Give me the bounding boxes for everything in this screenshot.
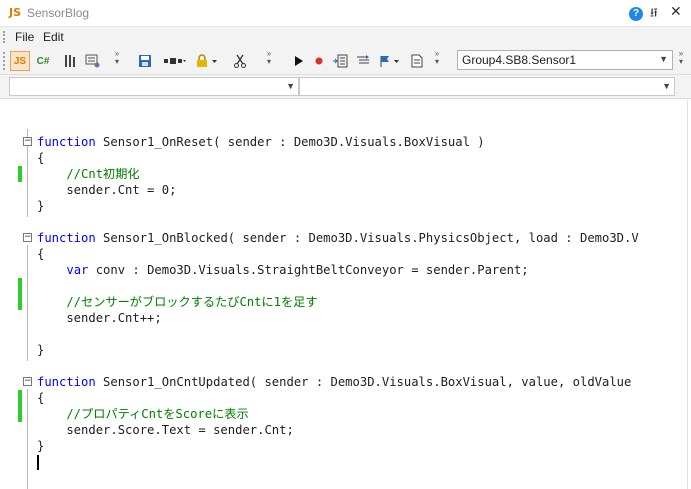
- javascript-language-button[interactable]: JS: [10, 51, 30, 71]
- references-icon: [65, 55, 75, 67]
- code-text: function Sensor1_OnBlocked( sender : Dem…: [37, 231, 639, 245]
- scissors-icon: [234, 54, 246, 68]
- step-into-button[interactable]: [330, 51, 350, 71]
- code-text: {: [37, 391, 45, 405]
- code-line[interactable]: sender.Cnt++;: [0, 310, 691, 326]
- navigation-bar: ▼ ▼: [0, 75, 691, 99]
- breakpoint-options-icon: [164, 58, 186, 64]
- code-comment: //プロパティCntをScoreに表示: [37, 407, 249, 421]
- menu-bar: File Edit: [0, 27, 691, 47]
- code-line[interactable]: sender.Score.Text = sender.Cnt;: [0, 422, 691, 438]
- code-line[interactable]: var conv : Demo3D.Visuals.StraightBeltCo…: [0, 262, 691, 278]
- window-title: SensorBlog: [27, 6, 90, 20]
- document-icon: [411, 54, 423, 68]
- code-text: }: [37, 439, 45, 453]
- code-text: sender.Cnt++;: [37, 311, 162, 325]
- collapse-icon[interactable]: −: [23, 377, 32, 386]
- menu-grip-icon[interactable]: [3, 31, 5, 43]
- menu-edit[interactable]: Edit: [43, 30, 64, 44]
- step-over-icon: [357, 55, 369, 64]
- change-marker: [18, 294, 22, 310]
- code-line[interactable]: {: [0, 150, 691, 166]
- code-line[interactable]: − function Sensor1_OnReset( sender : Dem…: [0, 134, 691, 150]
- code-line[interactable]: }: [0, 198, 691, 214]
- menu-file[interactable]: File: [15, 30, 34, 44]
- chevron-down-icon: ▼: [286, 81, 295, 91]
- toolbar-overflow-3[interactable]: » ▾: [433, 50, 441, 72]
- code-editor[interactable]: − function Sensor1_OnReset( sender : Dem…: [0, 100, 691, 489]
- code-text: function Sensor1_OnReset( sender : Demo3…: [37, 135, 485, 149]
- change-marker: [18, 390, 22, 406]
- code-line[interactable]: sender.Cnt = 0;: [0, 182, 691, 198]
- code-text: sender.Cnt = 0;: [37, 183, 177, 197]
- script-file-button[interactable]: [407, 51, 427, 71]
- change-marker: [18, 166, 22, 182]
- code-text: function Sensor1_OnCntUpdated( sender : …: [37, 375, 632, 389]
- cut-button[interactable]: [230, 51, 250, 71]
- type-dropdown[interactable]: ▼: [9, 77, 299, 96]
- code-line[interactable]: //プロパティCntをScoreに表示: [0, 406, 691, 422]
- code-line[interactable]: {: [0, 246, 691, 262]
- code-text: }: [37, 343, 45, 357]
- code-line[interactable]: [0, 278, 691, 294]
- code-comment: //Cnt初期化: [37, 167, 140, 181]
- play-icon: [295, 56, 303, 66]
- csharp-language-button[interactable]: C#: [33, 51, 53, 71]
- code-line[interactable]: − function Sensor1_OnCntUpdated( sender …: [0, 374, 691, 390]
- code-line[interactable]: }: [0, 342, 691, 358]
- breakpoint-options-button[interactable]: [161, 51, 189, 71]
- run-button[interactable]: [288, 51, 308, 71]
- script-properties-icon: [85, 54, 100, 68]
- flag-options-button[interactable]: [376, 51, 404, 71]
- step-into-icon: [333, 54, 348, 68]
- member-dropdown[interactable]: ▼: [299, 77, 675, 96]
- change-marker: [18, 278, 22, 294]
- lock-icon: [197, 54, 217, 67]
- code-line[interactable]: − function Sensor1_OnBlocked( sender : D…: [0, 230, 691, 246]
- toolbar-overflow-1[interactable]: » ▾: [113, 50, 121, 72]
- text-cursor: [37, 455, 39, 470]
- editor-right-edge: [687, 100, 688, 489]
- script-properties-button[interactable]: [83, 51, 103, 71]
- references-button[interactable]: [60, 51, 80, 71]
- code-text: sender.Score.Text = sender.Cnt;: [37, 423, 294, 437]
- chevron-down-icon: ▼: [662, 81, 671, 91]
- code-text: }: [37, 199, 45, 213]
- code-line[interactable]: //センサーがブロックするたびCntに1を足す: [0, 294, 691, 310]
- sensor-selector-value: Group4.SB8.Sensor1: [462, 53, 577, 67]
- code-line[interactable]: //Cnt初期化: [0, 166, 691, 182]
- step-over-button[interactable]: [353, 51, 373, 71]
- change-marker: [18, 406, 22, 422]
- title-bar: JS SensorBlog ? ⭿ ✕: [0, 0, 691, 27]
- sensor-selector[interactable]: Group4.SB8.Sensor1 ▼: [457, 50, 673, 70]
- code-text: {: [37, 247, 45, 261]
- toolbar-grip-icon[interactable]: [3, 52, 5, 70]
- collapse-icon[interactable]: −: [23, 233, 32, 242]
- js-logo-icon: JS: [9, 6, 22, 19]
- code-comment: //センサーがブロックするたびCntに1を足す: [37, 295, 318, 309]
- code-text: var conv : Demo3D.Visuals.StraightBeltCo…: [66, 263, 529, 277]
- code-line[interactable]: }: [0, 438, 691, 454]
- save-icon: [139, 55, 151, 67]
- toolbar-overflow-4[interactable]: » ▾: [677, 50, 685, 72]
- chevron-down-icon: ▼: [659, 54, 668, 64]
- close-icon[interactable]: ✕: [670, 3, 682, 20]
- code-text: {: [37, 151, 45, 165]
- pin-icon[interactable]: ⭿: [650, 4, 658, 25]
- breakpoint-icon: [315, 57, 323, 65]
- toolbar-overflow-2[interactable]: » ▾: [265, 50, 273, 72]
- save-button[interactable]: [135, 51, 155, 71]
- toggle-breakpoint-button[interactable]: [309, 51, 329, 71]
- code-line[interactable]: {: [0, 390, 691, 406]
- help-icon[interactable]: ?: [629, 7, 643, 21]
- flag-icon: [380, 56, 399, 67]
- lock-button[interactable]: [193, 51, 221, 71]
- collapse-icon[interactable]: −: [23, 137, 32, 146]
